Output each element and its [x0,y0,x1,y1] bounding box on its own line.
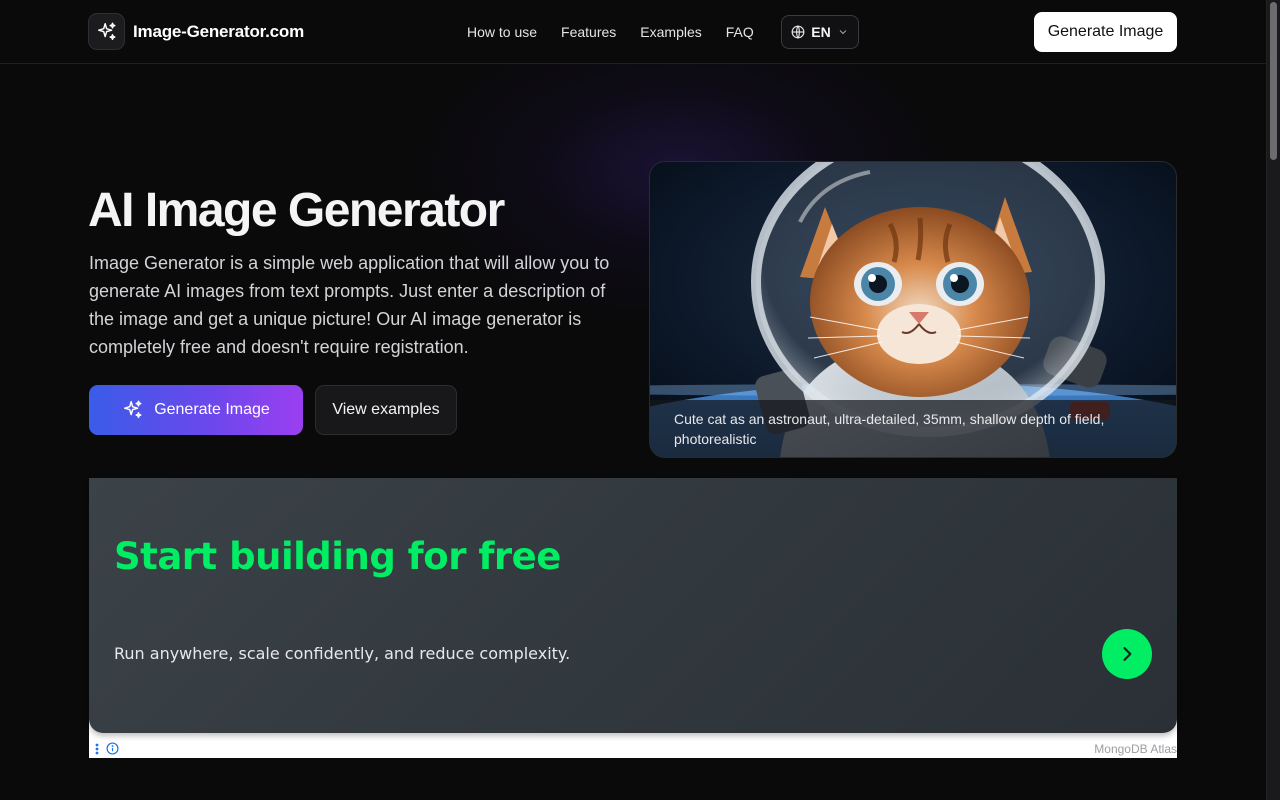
ad-subtitle: Run anywhere, scale confidently, and red… [114,644,571,663]
ad-title: Start building for free [114,535,561,578]
generate-image-label: Generate Image [154,401,270,418]
more-options-icon[interactable] [94,743,100,755]
example-image-card: Cute cat as an astronaut, ultra-detailed… [649,161,1177,458]
ad-arrow-button[interactable] [1102,629,1152,679]
ad-card[interactable]: Start building for free Run anywhere, sc… [89,478,1177,733]
main-nav: How to use Features Examples FAQ [467,16,778,48]
chevron-right-icon [1123,647,1132,661]
scrollbar-thumb[interactable] [1270,2,1277,160]
nav-how-to-use[interactable]: How to use [467,16,537,48]
nav-features[interactable]: Features [561,16,616,48]
advertisement[interactable]: Start building for free Run anywhere, sc… [89,478,1177,758]
generate-image-button[interactable]: Generate Image [89,385,303,435]
image-caption: Cute cat as an astronaut, ultra-detailed… [650,400,1176,457]
hero-description: Image Generator is a simple web applicat… [89,253,610,357]
language-selector[interactable]: EN [781,15,859,49]
page-title: AI Image Generator [88,184,505,237]
header-generate-button[interactable]: Generate Image [1034,12,1177,52]
language-label: EN [811,24,831,40]
ad-source[interactable]: MongoDB Atlas [1094,742,1177,756]
page-scrollbar[interactable] [1266,0,1280,800]
chevron-down-icon [839,30,847,35]
sparkles-logo-icon [88,13,125,50]
top-header: Image-Generator.com How to use Features … [0,0,1266,64]
sparkles-icon [124,400,142,419]
brand-name: Image-Generator.com [133,21,304,41]
view-examples-button[interactable]: View examples [315,385,457,435]
nav-examples[interactable]: Examples [640,16,701,48]
brand-link[interactable]: Image-Generator.com [88,13,304,50]
ad-controls [94,742,119,755]
ad-info-icon[interactable] [106,742,119,755]
nav-faq[interactable]: FAQ [726,16,754,48]
globe-icon [791,25,805,39]
page: Image-Generator.com How to use Features … [0,0,1280,800]
